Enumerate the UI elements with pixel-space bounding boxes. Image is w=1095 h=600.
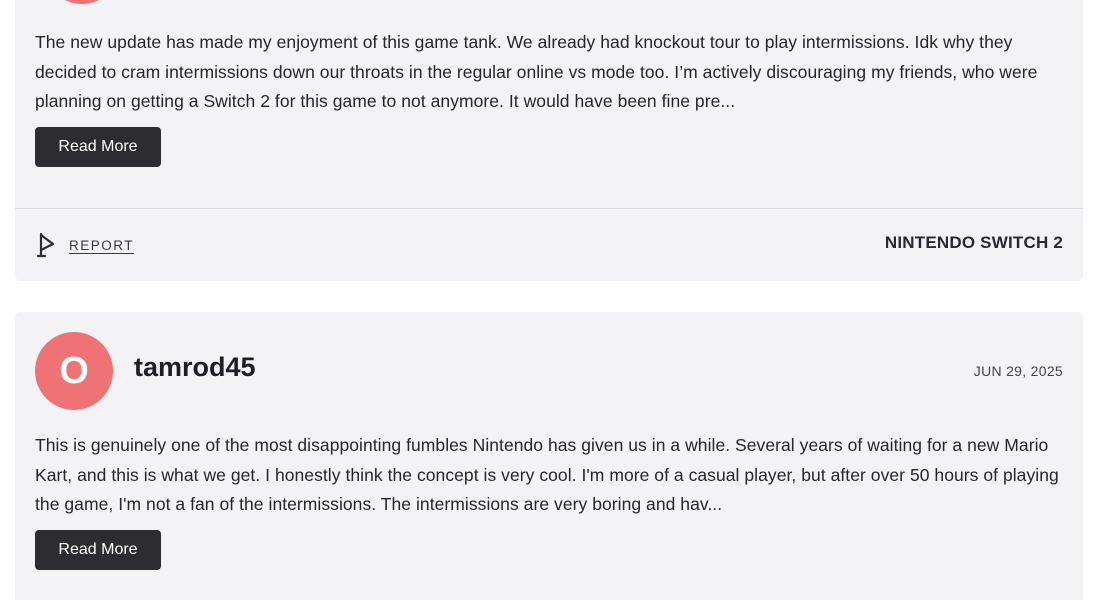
review-text: The new update has made my enjoyment of … [35, 32, 1038, 111]
reviews-page: The new update has made my enjoyment of … [0, 0, 1095, 600]
read-more-button[interactable]: Read More [35, 127, 161, 167]
flag-icon [37, 232, 55, 258]
report-label[interactable]: REPORT [69, 238, 134, 253]
divider [15, 208, 1083, 209]
avatar [43, 0, 121, 4]
review-date: JUN 29, 2025 [973, 363, 1063, 379]
platform-label: NINTENDO SWITCH 2 [884, 233, 1063, 252]
read-more-button[interactable]: Read More [35, 530, 161, 570]
report-link[interactable]: REPORT [37, 232, 134, 258]
review-text: This is genuinely one of the most disapp… [35, 435, 1059, 514]
review-card: O tamrod45 JUN 29, 2025 This is genuinel… [15, 312, 1083, 600]
review-card: The new update has made my enjoyment of … [15, 0, 1083, 281]
avatar: O [35, 332, 113, 410]
username[interactable]: tamrod45 [134, 352, 256, 383]
